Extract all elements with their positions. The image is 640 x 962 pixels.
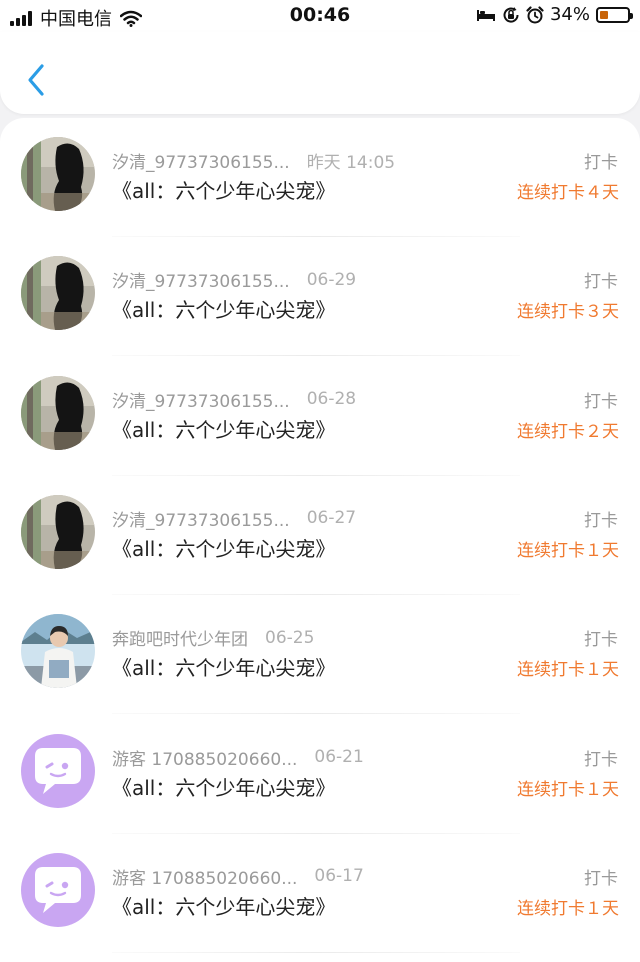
list-item[interactable]: 游客 170885020660... 06-17 《all：六个少年心尖宠》 打卡连续… — [0, 834, 640, 953]
book-title[interactable]: 《all：六个少年心尖宠》 — [112, 414, 335, 443]
user-name[interactable]: 汐清_97737306155... — [112, 148, 290, 173]
book-title[interactable]: 《all：六个少年心尖宠》 — [112, 772, 335, 801]
divider — [112, 951, 520, 953]
item-meta: 汐清_97737306155... 昨天 14:05 — [112, 148, 395, 173]
battery-icon — [596, 6, 633, 23]
book-title[interactable]: 《all：六个少年心尖宠》 — [112, 294, 335, 323]
item-meta: 奔跑吧时代少年团 06-25 — [112, 625, 315, 651]
book-title[interactable]: 《all：六个少年心尖宠》 — [112, 533, 335, 562]
item-meta: 游客 170885020660... 06-21 — [112, 745, 364, 770]
checkin-type: 打卡 — [584, 391, 618, 412]
bed-icon — [476, 9, 495, 21]
checkin-type: 打卡 — [584, 749, 618, 770]
item-meta: 汐清_97737306155... 06-29 — [112, 267, 357, 293]
streak-label: 连续打卡３天 — [517, 302, 619, 323]
checkin-list: 汐清_97737306155... 昨天 14:05 《all：六个少年心尖宠》 打卡… — [0, 118, 640, 962]
avatar[interactable] — [21, 137, 95, 211]
user-name[interactable]: 奔跑吧时代少年团 — [112, 625, 248, 650]
checkin-type: 打卡 — [584, 272, 618, 293]
checkin-type: 打卡 — [584, 630, 618, 651]
streak-label: 连续打卡１天 — [517, 898, 619, 919]
book-title[interactable]: 《all：六个少年心尖宠》 — [112, 891, 335, 920]
avatar[interactable] — [21, 256, 95, 331]
list-item[interactable]: 游客 170885020660... 06-21 《all：六个少年心尖宠》 打卡连续… — [0, 715, 640, 834]
battery-percent: 34% — [549, 4, 590, 25]
streak-label: 连续打卡１天 — [517, 779, 619, 800]
item-meta: 汐清_97737306155... 06-28 — [112, 387, 356, 412]
book-title[interactable]: 《all：六个少年心尖宠》 — [112, 175, 335, 204]
user-name[interactable]: 汐清_97737306155... — [112, 267, 290, 292]
avatar[interactable] — [21, 733, 95, 808]
orientation-lock-icon — [503, 6, 519, 23]
checkin-date: 06-21 — [314, 747, 364, 767]
checkin-date: 06-25 — [265, 627, 315, 648]
back-arrow-icon[interactable] — [24, 60, 50, 100]
checkin-date: 06-29 — [306, 269, 357, 290]
status-bar: 中国电信 00:46 34% — [0, 0, 640, 32]
book-title[interactable]: 《all：六个少年心尖宠》 — [112, 652, 335, 681]
user-name[interactable]: 游客 170885020660... — [112, 745, 297, 770]
streak-label: 连续打卡１天 — [517, 660, 619, 681]
checkin-date: 06-17 — [314, 866, 364, 887]
nav-bar — [0, 32, 640, 114]
avatar[interactable] — [21, 614, 95, 689]
list-item[interactable]: 汐清_97737306155... 06-28 《all：六个少年心尖宠》 打卡连续打… — [0, 357, 640, 476]
checkin-type: 打卡 — [584, 868, 618, 889]
streak-label: 连续打卡１天 — [517, 540, 619, 561]
list-item[interactable]: 汐清_97737306155... 06-29 《all：六个少年心尖宠》 打卡连续打… — [0, 237, 640, 357]
list-item[interactable]: 奔跑吧时代少年团 06-25 《all：六个少年心尖宠》 打卡连续打卡１天 — [0, 595, 640, 715]
item-meta: 游客 170885020660... 06-17 — [112, 864, 364, 889]
list-item[interactable]: 汐清_97737306155... 06-27 《all：六个少年心尖宠》 打卡连续打… — [0, 476, 640, 595]
avatar[interactable] — [21, 494, 95, 569]
alarm-icon — [526, 5, 544, 23]
checkin-type: 打卡 — [584, 153, 618, 173]
list-item[interactable]: 汐清_97737306155... 昨天 14:05 《all：六个少年心尖宠》 打卡… — [0, 118, 640, 237]
streak-label: 连续打卡４天 — [517, 183, 619, 203]
checkin-date: 06-27 — [306, 508, 357, 529]
checkin-type: 打卡 — [584, 510, 618, 531]
user-name[interactable]: 汐清_97737306155... — [112, 506, 290, 531]
avatar[interactable] — [21, 375, 95, 450]
streak-label: 连续打卡２天 — [517, 421, 619, 442]
user-name[interactable]: 游客 170885020660... — [112, 864, 297, 889]
item-meta: 汐清_97737306155... 06-27 — [112, 506, 356, 531]
checkin-date: 昨天 14:05 — [306, 153, 396, 173]
status-right: 34% — [476, 4, 633, 25]
avatar[interactable] — [21, 852, 95, 927]
checkin-date: 06-28 — [306, 389, 357, 410]
user-name[interactable]: 汐清_97737306155... — [112, 387, 290, 412]
